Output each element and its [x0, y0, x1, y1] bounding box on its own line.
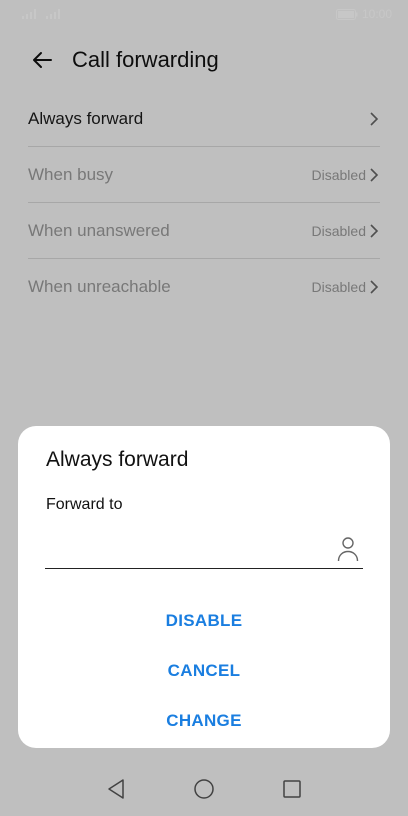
cancel-button[interactable]: CANCEL: [18, 646, 390, 696]
person-icon: [337, 537, 359, 562]
contacts-button[interactable]: [333, 533, 363, 565]
forward-to-field-container: [45, 529, 363, 569]
disable-button[interactable]: DISABLE: [18, 596, 390, 646]
forward-to-input[interactable]: [45, 529, 333, 569]
change-button[interactable]: CHANGE: [18, 696, 390, 746]
always-forward-dialog: Always forward Forward to DISABLE CANCEL…: [18, 426, 390, 748]
dialog-actions: DISABLE CANCEL CHANGE: [18, 596, 390, 746]
forward-to-label: Forward to: [46, 496, 123, 513]
dialog-title: Always forward: [46, 448, 189, 471]
